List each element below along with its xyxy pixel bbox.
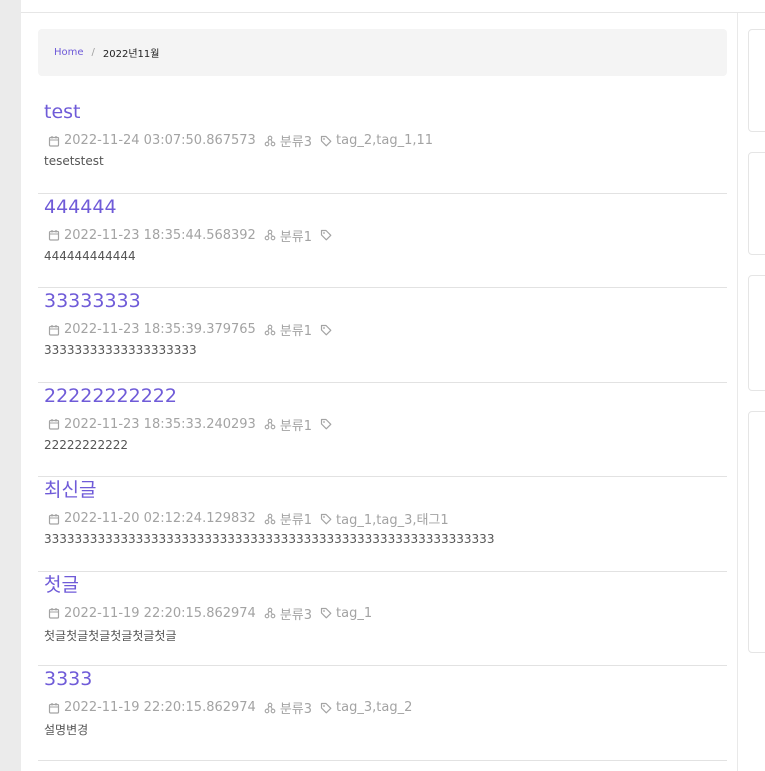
post-category[interactable]: 분류1 xyxy=(280,415,312,434)
category-icon xyxy=(264,324,276,335)
post-date: 2022-11-23 18:35:39.379765 xyxy=(64,322,256,337)
post-tags[interactable]: tag_3,tag_2 xyxy=(336,700,412,715)
post-list: test 2022-11-24 03:07:50.867573 분류3 tag_… xyxy=(38,99,727,761)
post-description: 3333333333333333333333333333333333333333… xyxy=(44,532,495,546)
tag-icon xyxy=(320,324,332,335)
post-meta: 2022-11-23 18:35:33.240293 분류1 xyxy=(48,415,344,434)
post-description: 첫글첫글첫글첫글첫글첫글 xyxy=(44,628,177,643)
post-title-link[interactable]: 22222222222 xyxy=(44,383,177,409)
breadcrumb: Home / 2022년11월 xyxy=(38,29,727,76)
calendar-icon xyxy=(48,513,60,525)
post-category[interactable]: 분류1 xyxy=(280,320,312,339)
calendar-icon xyxy=(48,230,60,241)
breadcrumb-home-link[interactable]: Home xyxy=(54,47,84,58)
post-date: 2022-11-23 18:35:44.568392 xyxy=(64,227,256,243)
post-description: 444444444444 xyxy=(44,248,136,263)
post-item: test 2022-11-24 03:07:50.867573 분류3 tag_… xyxy=(38,99,727,194)
category-icon xyxy=(264,607,276,619)
calendar-icon xyxy=(48,135,60,147)
right-sidebar xyxy=(738,13,765,771)
post-category[interactable]: 분류1 xyxy=(280,226,312,245)
post-title-link[interactable]: 33333333 xyxy=(44,288,141,314)
post-item: 첫글 2022-11-19 22:20:15.862974 분류3 tag_1 … xyxy=(38,572,727,666)
post-date: 2022-11-20 02:12:24.129832 xyxy=(64,511,256,526)
tag-icon xyxy=(320,135,332,146)
post-description: tesetstest xyxy=(44,154,104,168)
post-item: 3333 2022-11-19 22:20:15.862974 분류3 tag_… xyxy=(38,666,727,761)
category-icon xyxy=(264,229,276,241)
post-tags[interactable]: tag_1 xyxy=(336,606,372,621)
post-description: 설명변경 xyxy=(44,723,89,737)
post-meta: 2022-11-24 03:07:50.867573 분류3 tag_2,tag… xyxy=(48,131,441,150)
post-meta: 2022-11-20 02:12:24.129832 분류1 tag_1,tag… xyxy=(48,509,457,528)
post-title-link[interactable]: 최신글 xyxy=(44,477,96,503)
calendar-icon xyxy=(48,324,60,336)
post-item: 33333333 2022-11-23 18:35:39.379765 분류1 … xyxy=(38,288,727,383)
sidebar-widget xyxy=(748,275,765,391)
sidebar-widget xyxy=(748,411,765,653)
post-category[interactable]: 분류3 xyxy=(280,698,312,717)
post-meta: 2022-11-19 22:20:15.862974 분류3 tag_1 xyxy=(48,604,380,623)
breadcrumb-current: 2022년11월 xyxy=(102,49,160,60)
post-date: 2022-11-19 22:20:15.862974 xyxy=(64,605,256,621)
post-tags[interactable]: tag_1,tag_3,태그1 xyxy=(336,509,449,528)
tag-icon xyxy=(320,229,332,241)
category-icon xyxy=(264,513,276,524)
post-title-link[interactable]: test xyxy=(44,99,81,125)
post-meta: 2022-11-23 18:35:39.379765 분류1 xyxy=(48,320,344,339)
sidebar-widget xyxy=(748,29,765,132)
post-item: 최신글 2022-11-20 02:12:24.129832 분류1 tag_1… xyxy=(38,477,727,572)
category-icon xyxy=(264,702,276,713)
sidebar-widget xyxy=(748,152,765,255)
post-meta: 2022-11-19 22:20:15.862974 분류3 tag_3,tag… xyxy=(48,698,420,717)
top-navbar xyxy=(21,0,765,13)
post-description: 22222222222 xyxy=(44,437,128,452)
post-category[interactable]: 분류3 xyxy=(280,604,312,623)
calendar-icon xyxy=(48,608,60,619)
post-category[interactable]: 분류1 xyxy=(280,509,312,528)
main-content: Home / 2022년11월 test 2022-11-24 03:07:50… xyxy=(21,13,737,771)
post-category[interactable]: 분류3 xyxy=(280,131,312,150)
post-description: 33333333333333333333 xyxy=(44,343,197,357)
post-title-link[interactable]: 444444 xyxy=(44,194,117,220)
post-title-link[interactable]: 첫글 xyxy=(44,572,79,598)
calendar-icon xyxy=(48,419,60,430)
calendar-icon xyxy=(48,702,60,714)
category-icon xyxy=(264,135,276,146)
post-tags[interactable]: tag_2,tag_1,11 xyxy=(336,133,433,148)
tag-icon xyxy=(320,418,332,430)
post-item: 444444 2022-11-23 18:35:44.568392 분류1 44… xyxy=(38,194,727,288)
tag-icon xyxy=(320,513,332,524)
post-date: 2022-11-23 18:35:33.240293 xyxy=(64,416,256,432)
tag-icon xyxy=(320,702,332,713)
category-icon xyxy=(264,418,276,430)
tag-icon xyxy=(320,607,332,619)
post-item: 22222222222 2022-11-23 18:35:33.240293 분… xyxy=(38,383,727,477)
post-date: 2022-11-24 03:07:50.867573 xyxy=(64,133,256,148)
post-date: 2022-11-19 22:20:15.862974 xyxy=(64,700,256,715)
post-title-link[interactable]: 3333 xyxy=(44,666,92,692)
breadcrumb-separator: / xyxy=(91,47,95,58)
post-meta: 2022-11-23 18:35:44.568392 분류1 xyxy=(48,226,344,245)
